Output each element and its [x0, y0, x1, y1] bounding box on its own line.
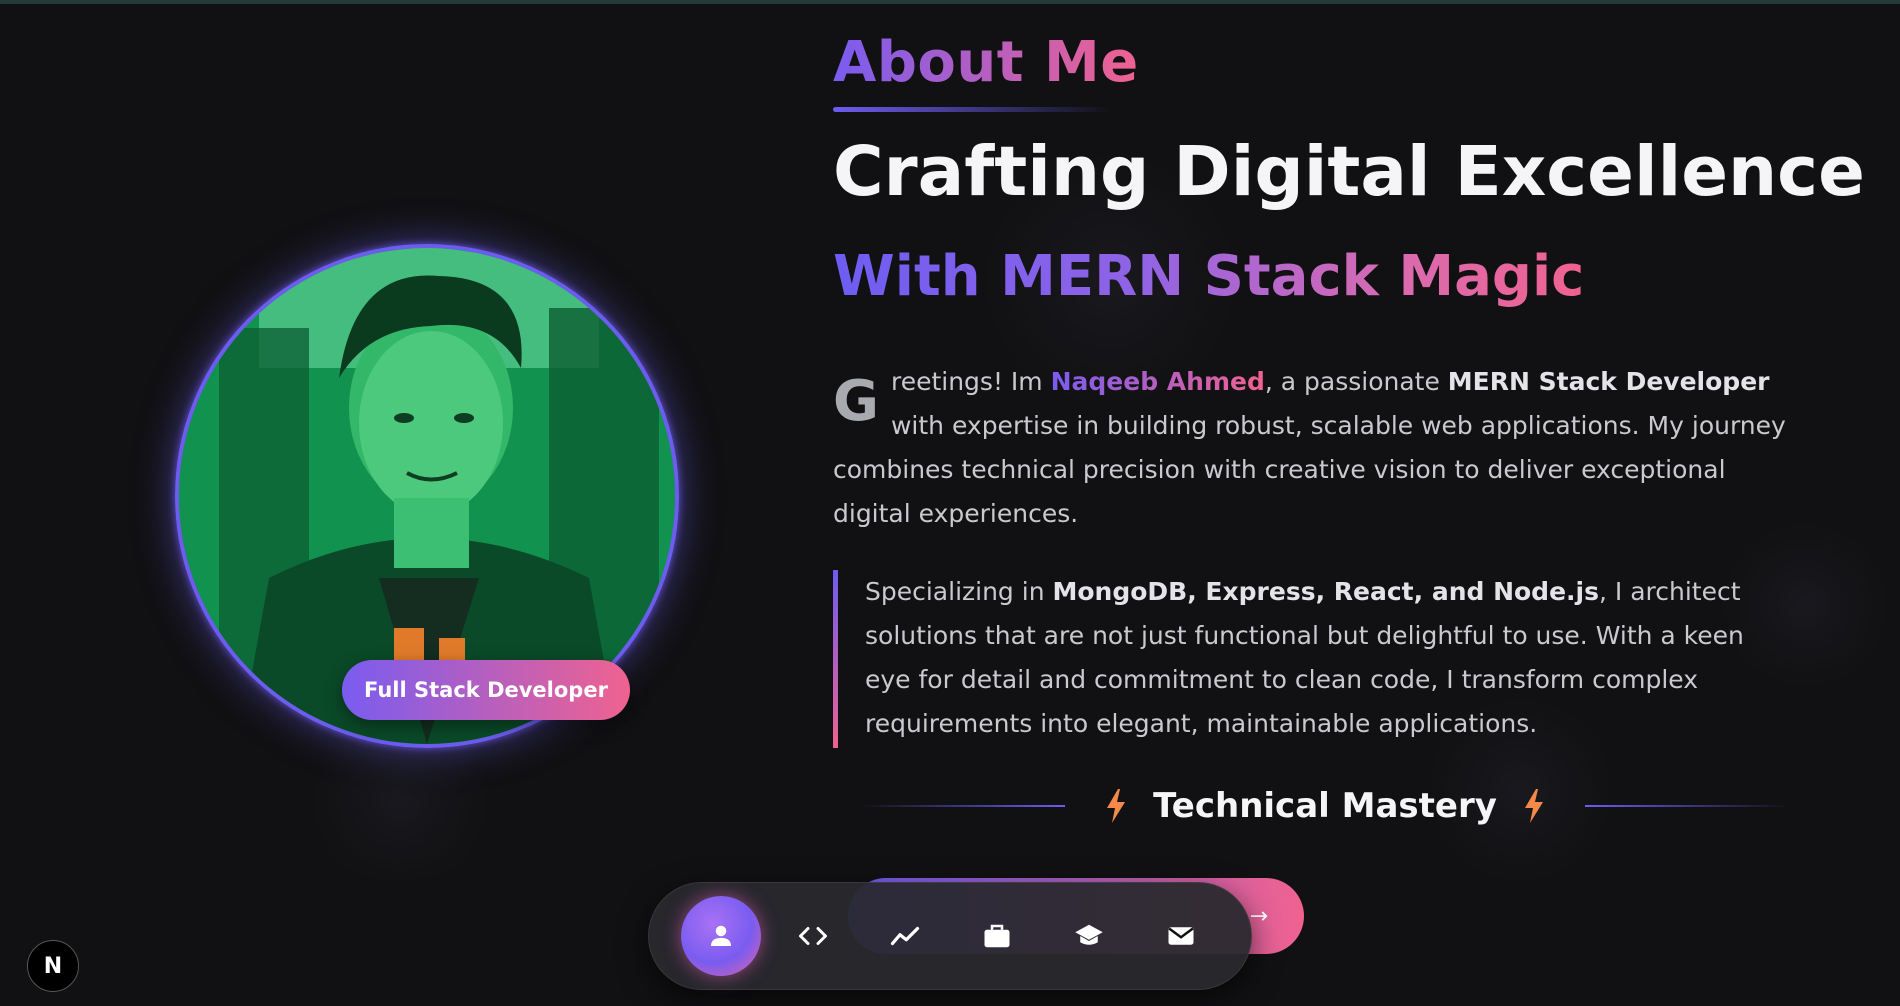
tech-title: Technical Mastery	[1153, 786, 1497, 826]
role-badge: Full Stack Developer	[342, 660, 630, 720]
nav-stats[interactable]	[865, 896, 945, 976]
technical-mastery-heading: Technical Mastery	[860, 780, 1790, 832]
section-label-underline	[833, 107, 1113, 112]
divider-right	[1584, 805, 1790, 807]
nav-projects[interactable]	[957, 896, 1037, 976]
tech-stack: MongoDB, Express, React, and Node.js	[1052, 577, 1599, 606]
intro-text-1: reetings! Im	[890, 367, 1051, 396]
developer-role: MERN Stack Developer	[1447, 367, 1770, 396]
developer-name: Naqeeb Ahmed	[1050, 367, 1265, 396]
briefcase-icon	[984, 924, 1010, 948]
nav-contact[interactable]	[1141, 896, 1221, 976]
subheadline: With MERN Stack Magic	[833, 244, 1585, 309]
intro-text-2: , a passionate	[1264, 367, 1448, 396]
graduation-cap-icon	[1075, 924, 1103, 945]
section-label: About Me	[833, 30, 1139, 95]
person-icon	[711, 925, 731, 946]
dock-navigation	[648, 882, 1252, 990]
code-icon	[799, 927, 827, 945]
intro-paragraph: Greetings! Im Naqeeb Ahmed, a passionate…	[833, 360, 1793, 536]
headline: Crafting Digital Excellence	[833, 132, 1865, 212]
dropcap-letter: G	[833, 369, 879, 434]
top-border	[0, 0, 1900, 4]
nav-education[interactable]	[1049, 896, 1129, 976]
nav-skills[interactable]	[773, 896, 853, 976]
quote-text-1: Specializing in	[865, 577, 1053, 606]
divider-left	[860, 805, 1066, 807]
arrow-right-icon: →	[1249, 903, 1268, 929]
envelope-icon	[1168, 927, 1194, 945]
lightning-icon	[1107, 789, 1126, 823]
lightning-icon	[1524, 789, 1543, 823]
intro-text-3: with expertise in building robust, scala…	[833, 411, 1786, 528]
chart-line-icon	[890, 926, 920, 946]
nav-about[interactable]	[681, 896, 761, 976]
specialization-quote: Specializing in MongoDB, Express, React,…	[833, 570, 1793, 748]
nextjs-logo-button[interactable]: N	[27, 940, 79, 992]
